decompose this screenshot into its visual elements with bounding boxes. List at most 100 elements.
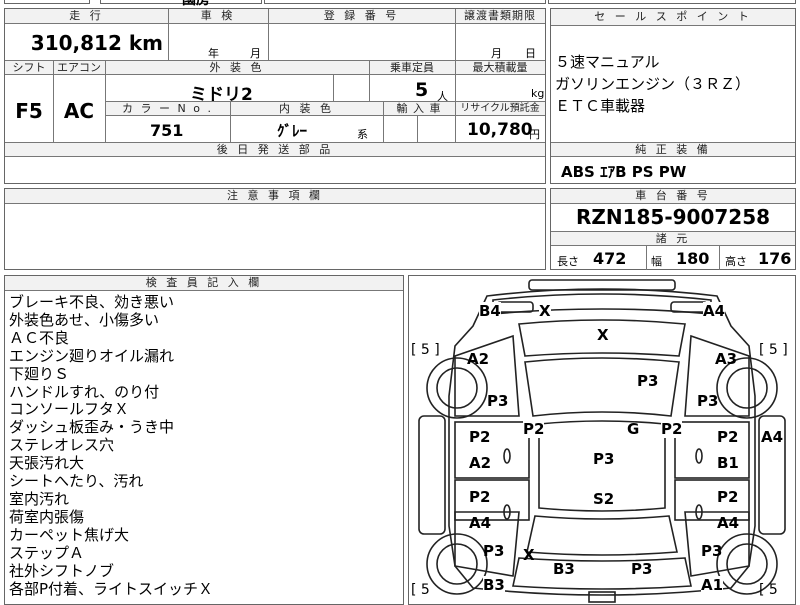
equipment-value: ABS ｴｱB PS PW xyxy=(561,163,687,181)
mileage-value: 310,812 km xyxy=(30,31,163,55)
spec-height-value: 176 xyxy=(758,249,792,268)
color-no-value: 751 xyxy=(150,121,184,140)
mark-p3-right-rear: P3 xyxy=(701,542,723,560)
grid-line xyxy=(333,75,334,101)
header-interior: 内 装 色 xyxy=(230,101,383,116)
mark-s2-mid: S2 xyxy=(593,490,615,508)
grid-line xyxy=(230,101,231,142)
mark-x-hood: X xyxy=(597,326,609,344)
header-import: 輸 入 車 xyxy=(383,101,455,116)
mark-b3-bottom: B3 xyxy=(553,560,575,578)
tire-size-front-left: [ 5 ] xyxy=(411,342,440,358)
top-cut-box-1 xyxy=(4,0,90,4)
inspector-note: 下廻りＳ xyxy=(9,364,70,383)
grid-line xyxy=(369,60,370,101)
mark-a1-corner: A1 xyxy=(701,576,724,594)
spec-width-value: 180 xyxy=(676,249,710,268)
interior-suffix: 系 xyxy=(357,128,368,141)
mark-x-grille: X xyxy=(539,302,551,320)
mark-a2-left: A2 xyxy=(467,350,490,368)
mirror-left xyxy=(503,448,511,464)
sill-left xyxy=(418,415,446,535)
mark-a4-top: A4 xyxy=(703,302,726,320)
mark-p2-right-window: P2 xyxy=(661,420,683,438)
mark-a4-side: A4 xyxy=(761,428,784,446)
grid-line xyxy=(105,60,106,142)
header-exterior: 外 装 色 xyxy=(105,60,369,75)
mark-p2-left-door1: P2 xyxy=(469,428,491,446)
mark-p3-left-front: P3 xyxy=(487,392,509,410)
sales-point-line: ５速マニュアル xyxy=(555,53,660,71)
header-travel: 走 行 xyxy=(5,9,168,24)
mark-b1-right-door1: B1 xyxy=(717,454,739,472)
inspector-note: 各部P付着、ライトスイッチＸ xyxy=(9,579,214,598)
grid-line xyxy=(268,9,269,60)
inspector-note: 社外シフトノブ xyxy=(9,561,115,580)
chassis-box: 車 台 番 号 RZN185-9007258 諸 元 長さ 472 幅 180 … xyxy=(550,188,796,270)
header-shift: シフト xyxy=(5,60,53,75)
mark-p3-mid: P3 xyxy=(593,450,615,468)
tire-front-left-inner xyxy=(436,367,478,409)
header-transfer: 譲渡書類期限 xyxy=(455,9,545,24)
main-form: 走 行 車 検 登 録 番 号 譲渡書類期限 310,812 km 年 月 月 … xyxy=(4,8,546,184)
inspector-note: シートへたり、汚れ xyxy=(9,472,144,491)
spec-width-label: 幅 xyxy=(651,255,662,268)
mark-a4-right-door2: A4 xyxy=(717,514,740,532)
rear-gate xyxy=(512,557,692,590)
mark-p3-left-rear: P3 xyxy=(483,542,505,560)
mark-p2-left-window: P2 xyxy=(523,420,545,438)
inspection-year: 年 xyxy=(208,47,219,60)
top-cut-box-2 xyxy=(100,0,262,4)
interior-color-value: ｸﾞﾚｰ xyxy=(277,122,308,140)
max-load-unit: kg xyxy=(531,87,545,100)
spec-length-label: 長さ xyxy=(557,255,579,268)
inspector-notes-list: ブレーキ不良、効き悪い 外装色あせ、小傷多い ＡＣ不良 エンジン廻りオイル漏れ … xyxy=(9,293,214,598)
front-bumper xyxy=(492,293,712,315)
inspector-note: カーペット焦げ大 xyxy=(9,525,130,544)
mark-g-center: G xyxy=(627,420,640,438)
header-inspector: 検 査 員 記 入 欄 xyxy=(5,276,403,291)
mark-a2-left-door1: A2 xyxy=(469,454,492,472)
inspector-note: 外装色あせ、小傷多い xyxy=(9,310,160,329)
sales-points-box: セ ー ル ス ポ イ ン ト ５速マニュアル ガソリンエンジン（３ＲＺ） ＥＴ… xyxy=(550,8,796,184)
mark-a4-left-door2: A4 xyxy=(469,514,492,532)
transfer-month: 月 xyxy=(491,47,502,60)
header-specs: 諸 元 xyxy=(551,231,795,246)
shift-value: F5 xyxy=(15,99,43,123)
inspector-box: 検 査 員 記 入 欄 ブレーキ不良、効き悪い 外装色あせ、小傷多い ＡＣ不良 … xyxy=(4,275,404,605)
tire-rear-left xyxy=(426,533,488,595)
headlight-right xyxy=(670,301,708,313)
inspector-note: ダッシュ板歪み・うき中 xyxy=(9,418,175,437)
tire-size-front-right: [ 5 ] xyxy=(759,342,788,358)
mark-p2-right-door2: P2 xyxy=(717,488,739,506)
tire-size-rear-left: [ 5 xyxy=(411,582,430,598)
inspector-note: 天張汚れ大 xyxy=(9,454,85,473)
mark-p2-left-door2: P2 xyxy=(469,488,491,506)
tire-size-rear-right: [ 5 xyxy=(759,582,778,598)
top-cut-box-3 xyxy=(264,0,546,4)
grid-line xyxy=(383,101,384,142)
grid-line xyxy=(719,246,720,270)
header-equipment: 純 正 装 備 xyxy=(551,142,795,157)
tire-rear-right-inner xyxy=(726,543,768,585)
recycle-unit: 円 xyxy=(529,128,540,141)
inspector-note: コンソールフタＸ xyxy=(9,400,130,419)
chassis-number: RZN185-9007258 xyxy=(575,205,771,229)
sales-points-list: ５速マニュアル ガソリンエンジン（３ＲＺ） ＥＴＣ車載器 xyxy=(555,51,750,117)
mark-b4: B4 xyxy=(479,302,501,320)
header-notes: 注 意 事 項 欄 xyxy=(5,189,545,204)
mark-p3-right-front: P3 xyxy=(697,392,719,410)
inspector-note: ブレーキ不良、効き悪い xyxy=(9,293,175,311)
header-inspection: 車 検 xyxy=(168,9,268,24)
inspector-note: ステレオレス穴 xyxy=(9,436,115,455)
door-left-rear xyxy=(454,479,530,521)
aircon-value: AC xyxy=(63,99,95,123)
inspector-note: ＡＣ不良 xyxy=(9,328,70,347)
mark-a3-right: A3 xyxy=(715,350,738,368)
notes-box: 注 意 事 項 欄 xyxy=(4,188,546,270)
inspection-month: 月 xyxy=(250,47,261,60)
header-color-no: カ ラ ー N o . xyxy=(105,101,230,116)
rear-window xyxy=(526,515,678,556)
spec-height-label: 高さ xyxy=(725,255,747,268)
mark-x-left-rear: X xyxy=(523,546,535,564)
